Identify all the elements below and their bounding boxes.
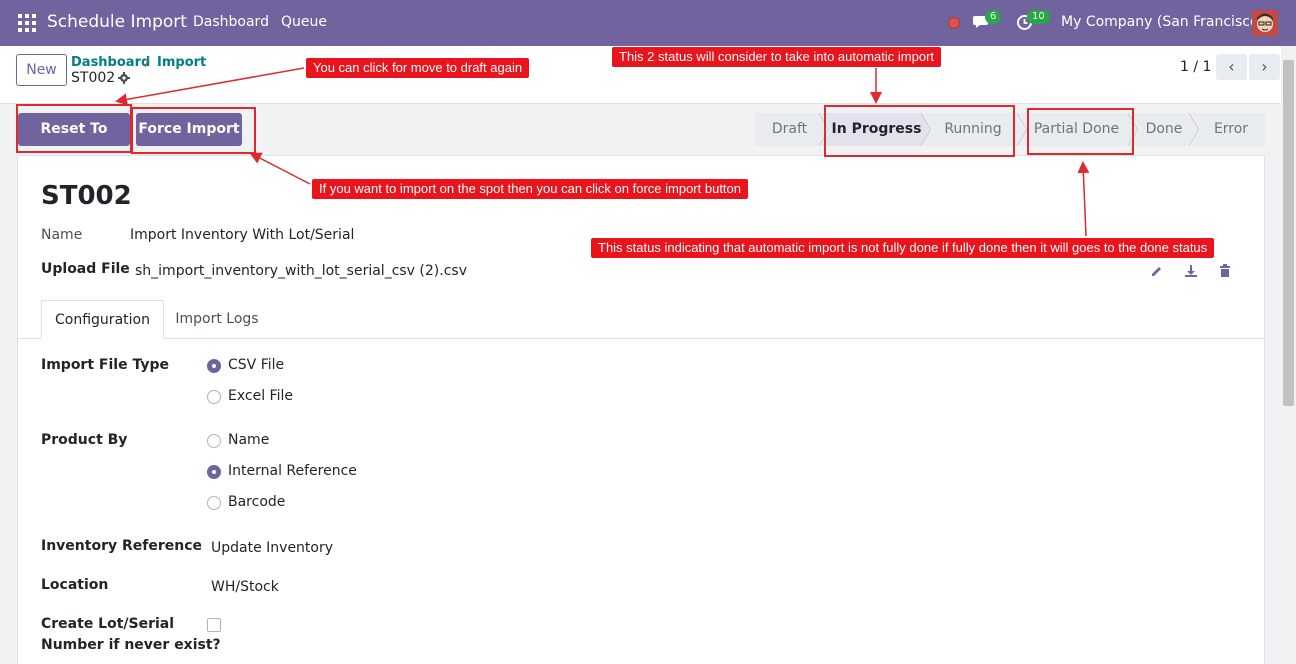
upload-file-value[interactable]: sh_import_inventory_with_lot_serial_csv … [135, 263, 467, 279]
create-lot-label-line2: Number if never exist? [41, 637, 221, 653]
breadcrumb-current: ST002 [71, 70, 116, 86]
activity-badge: 10 [1027, 10, 1050, 24]
pager-prev-button[interactable]: ‹ [1216, 54, 1247, 80]
scrollbar-thumb[interactable] [1283, 60, 1294, 406]
breadcrumb-dashboard[interactable]: Dashboard [71, 55, 150, 70]
annotation-box-in-progress-running [824, 105, 1015, 157]
upload-file-label: Upload File [41, 261, 130, 277]
trash-icon[interactable] [1218, 264, 1232, 278]
record-indicator-icon[interactable] [948, 17, 960, 29]
chevron-right-icon: › [1261, 57, 1268, 76]
stage-error[interactable]: Error [1200, 113, 1262, 146]
radio-internal-reference[interactable] [207, 465, 221, 479]
radio-excel-file[interactable] [207, 390, 221, 404]
download-icon[interactable] [1184, 264, 1198, 278]
annotation-box-partial-done [1027, 108, 1134, 155]
pager-value[interactable]: 1 / 1 [1180, 59, 1211, 75]
annotation-status-tip: This 2 status will consider to take into… [612, 47, 942, 67]
name-label: Name [41, 227, 83, 243]
record-title[interactable]: ST002 [41, 181, 132, 211]
tab-configuration[interactable]: Configuration [41, 300, 164, 339]
import-file-type-label: Import File Type [41, 357, 169, 373]
tab-import-logs[interactable]: Import Logs [164, 300, 270, 339]
gear-icon[interactable] [118, 72, 130, 84]
location-value[interactable]: WH/Stock [211, 579, 279, 595]
create-lot-label-line1: Create Lot/Serial [41, 616, 175, 632]
pencil-icon[interactable] [1150, 264, 1164, 278]
radio-excel-file-label[interactable]: Excel File [228, 388, 293, 404]
top-navbar: Schedule Import Dashboard Queue 6 10 My … [0, 0, 1296, 46]
app-name[interactable]: Schedule Import [47, 12, 187, 32]
inventory-reference-value[interactable]: Update Inventory [211, 540, 333, 556]
location-label: Location [41, 577, 109, 593]
user-avatar[interactable] [1252, 10, 1278, 36]
radio-name[interactable] [207, 434, 221, 448]
radio-name-label[interactable]: Name [228, 432, 269, 448]
create-lot-checkbox[interactable] [207, 618, 221, 632]
chat-badge: 6 [985, 10, 1002, 24]
apps-menu-icon[interactable] [18, 14, 36, 32]
name-value[interactable]: Import Inventory With Lot/Serial [130, 227, 354, 243]
stage-done[interactable]: Done [1138, 113, 1190, 146]
menu-queue[interactable]: Queue [281, 14, 327, 30]
radio-barcode-label[interactable]: Barcode [228, 494, 285, 510]
inventory-reference-label: Inventory Reference [41, 538, 202, 554]
annotation-partial-tip: This status indicating that automatic im… [591, 238, 1215, 258]
breadcrumb-import[interactable]: Import [157, 55, 206, 70]
breadcrumb-separator: / [145, 55, 150, 70]
annotation-force-tip: If you want to import on the spot then y… [312, 179, 749, 199]
stage-draft[interactable]: Draft [755, 113, 824, 146]
pager-next-button[interactable]: › [1249, 54, 1280, 80]
new-button[interactable]: New [16, 54, 67, 86]
annotation-draft-tip: You can click for move to draft again [306, 58, 530, 78]
radio-internal-reference-label[interactable]: Internal Reference [228, 463, 357, 479]
company-switcher[interactable]: My Company (San Francisco) [1061, 14, 1264, 30]
product-by-label: Product By [41, 432, 128, 448]
annotation-box-reset [16, 104, 132, 153]
chevron-left-icon: ‹ [1228, 57, 1235, 76]
radio-csv-file[interactable] [207, 359, 221, 373]
annotation-box-force [131, 107, 256, 154]
radio-barcode[interactable] [207, 496, 221, 510]
menu-dashboard[interactable]: Dashboard [193, 14, 269, 30]
radio-csv-file-label[interactable]: CSV File [228, 357, 284, 373]
